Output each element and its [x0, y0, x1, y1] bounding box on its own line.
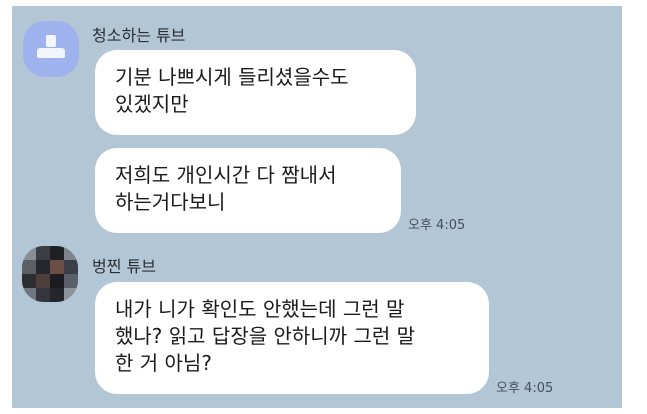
- message-timestamp: 오후 4:05: [496, 381, 554, 396]
- profile-shoulders-shape: [37, 48, 65, 58]
- chat-room: 청소하는 튜브 기분 나쁘시게 들리셨을수도 있겠지만 저희도 개인시간 다 짬…: [12, 6, 622, 408]
- message-bubble[interactable]: 기분 나쁘시게 들리셨을수도 있겠지만: [95, 50, 416, 135]
- default-profile-icon[interactable]: [23, 21, 79, 77]
- message-bubble[interactable]: 내가 니가 확인도 안했는데 그런 말 했나? 읽고 답장을 안하니까 그런 말…: [95, 282, 489, 394]
- sender-name: 벙찐 튜브: [92, 257, 156, 276]
- profile-head-shape: [46, 35, 56, 47]
- message-timestamp: 오후 4:05: [408, 218, 466, 233]
- message-bubble[interactable]: 저희도 개인시간 다 짬내서 하는거다보니: [95, 148, 401, 233]
- pixelated-profile-photo[interactable]: [22, 246, 78, 302]
- sender-name: 청소하는 튜브: [92, 26, 186, 45]
